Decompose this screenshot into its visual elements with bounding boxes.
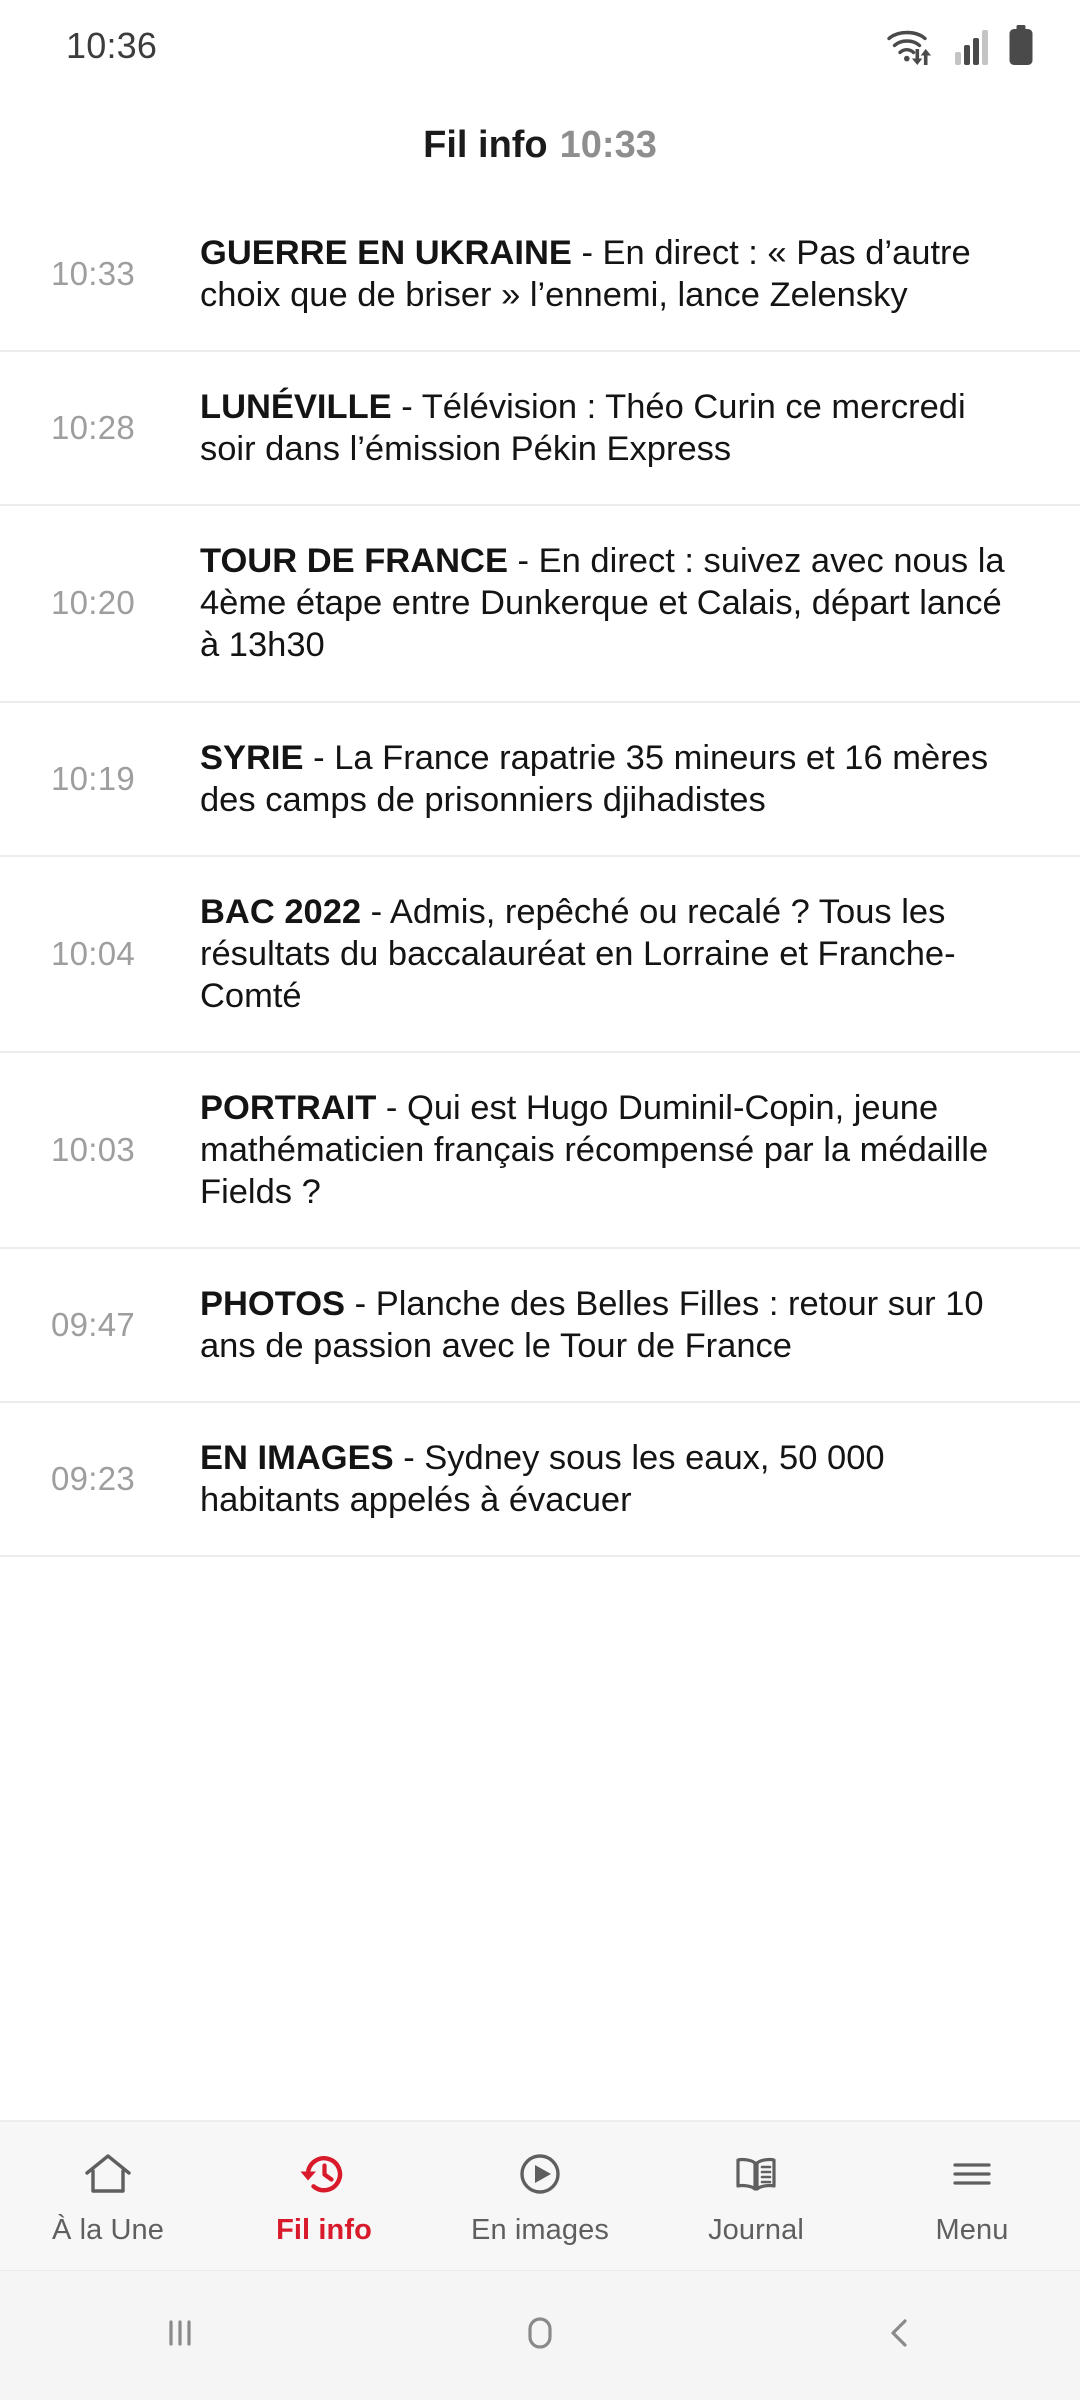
history-clock-icon bbox=[296, 2146, 352, 2202]
news-item-kicker: PORTRAIT bbox=[200, 1088, 377, 1127]
back-chevron-icon bbox=[878, 2311, 922, 2360]
news-item-kicker: LUNÉVILLE bbox=[200, 388, 392, 427]
signal-bars-icon bbox=[954, 26, 992, 66]
news-item-time: 10:19 bbox=[50, 759, 136, 797]
tab-label: Menu bbox=[935, 2213, 1009, 2246]
status-bar-clock: 10:36 bbox=[66, 25, 158, 66]
back-button[interactable] bbox=[720, 2311, 1080, 2360]
news-item-kicker: PHOTOS bbox=[200, 1285, 346, 1324]
news-item-headline[interactable]: LUNÉVILLE - Télévision : Théo Curin ce m… bbox=[200, 352, 1054, 504]
news-item-kicker: TOUR DE FRANCE bbox=[200, 542, 508, 581]
tab-label: Fil info bbox=[276, 2213, 372, 2246]
news-item-kicker: SYRIE bbox=[200, 738, 304, 777]
news-item-kicker: GUERRE EN UKRAINE bbox=[200, 234, 572, 272]
news-item-headline[interactable]: TOUR DE FRANCE - En direct : suivez avec… bbox=[200, 506, 1054, 700]
recents-icon bbox=[158, 2311, 202, 2360]
home-circle-icon bbox=[517, 2310, 563, 2361]
tab-fil-info[interactable]: Fil info bbox=[216, 2122, 432, 2270]
news-item-headline-text: - La France rapatrie 35 mineurs et 16 mè… bbox=[200, 738, 989, 819]
news-item-headline[interactable]: SYRIE - La France rapatrie 35 mineurs et… bbox=[200, 703, 1054, 855]
news-item-headline[interactable]: GUERRE EN UKRAINE - En direct : « Pas d’… bbox=[200, 198, 1054, 350]
news-feed-item[interactable]: 10:28 LUNÉVILLE - Télévision : Théo Curin… bbox=[0, 352, 1080, 507]
news-item-headline[interactable]: BAC 2022 - Admis, repêché ou recalé ? To… bbox=[200, 857, 1054, 1051]
hamburger-menu-icon bbox=[944, 2146, 1000, 2202]
battery-full-icon bbox=[1008, 25, 1034, 67]
app-header: Fil info 10:33 bbox=[0, 92, 1080, 198]
tab-menu[interactable]: Menu bbox=[864, 2122, 1080, 2270]
news-feed-item[interactable]: 10:03 PORTRAIT - Qui est Hugo Duminil-Cop… bbox=[0, 1053, 1080, 1250]
page-title-time: 10:33 bbox=[559, 123, 657, 166]
home-button[interactable] bbox=[360, 2310, 720, 2361]
tab-la-une[interactable]: À la Une bbox=[0, 2122, 216, 2270]
news-item-time: 09:23 bbox=[50, 1460, 136, 1498]
news-item-kicker: BAC 2022 bbox=[200, 892, 362, 931]
play-circle-icon bbox=[512, 2146, 568, 2202]
news-feed-item[interactable]: 10:20 TOUR DE FRANCE - En direct : suivez… bbox=[0, 506, 1080, 703]
page-title: Fil info bbox=[423, 123, 548, 166]
news-item-headline[interactable]: PHOTOS - Planche des Belles Filles : ret… bbox=[200, 1249, 1054, 1401]
news-item-headline[interactable]: PORTRAIT - Qui est Hugo Duminil-Copin, j… bbox=[200, 1053, 1054, 1247]
recents-button[interactable] bbox=[0, 2311, 360, 2360]
tab-label: Journal bbox=[708, 2213, 804, 2246]
news-feed-item[interactable]: 10:19 SYRIE - La France rapatrie 35 mineu… bbox=[0, 703, 1080, 857]
news-item-time: 09:47 bbox=[50, 1306, 136, 1344]
news-item-time: 10:04 bbox=[50, 934, 136, 972]
news-item-time: 10:03 bbox=[50, 1131, 136, 1169]
news-feed-list[interactable]: 10:33 GUERRE EN UKRAINE - En direct : « P… bbox=[0, 198, 1080, 2120]
status-bar-icons bbox=[886, 25, 1034, 67]
tab-label: En images bbox=[471, 2213, 609, 2246]
open-book-icon bbox=[728, 2146, 784, 2202]
tab-journal[interactable]: Journal bbox=[648, 2122, 864, 2270]
phone-screen: 10:36 Fil info 10:33 10:33 GUERRE EN UKR… bbox=[0, 0, 1080, 2400]
wifi-transfer-icon bbox=[886, 25, 938, 67]
tab-en-images[interactable]: En images bbox=[432, 2122, 648, 2270]
news-item-time: 10:20 bbox=[50, 584, 136, 622]
news-feed-item[interactable]: 09:47 PHOTOS - Planche des Belles Filles … bbox=[0, 1249, 1080, 1404]
status-bar: 10:36 bbox=[0, 0, 1080, 92]
news-item-kicker: EN IMAGES bbox=[200, 1439, 394, 1478]
system-navigation-bar bbox=[0, 2270, 1080, 2400]
news-feed-item[interactable]: 09:23 EN IMAGES - Sydney sous les eaux, 5… bbox=[0, 1403, 1080, 1558]
news-item-time: 10:33 bbox=[50, 255, 136, 293]
bottom-tab-bar: À la Une Fil info En images Journal Menu bbox=[0, 2120, 1080, 2270]
home-icon bbox=[80, 2146, 136, 2202]
news-item-time: 10:28 bbox=[50, 409, 136, 447]
news-feed-item[interactable]: 10:04 BAC 2022 - Admis, repêché ou recalé… bbox=[0, 857, 1080, 1053]
news-item-headline[interactable]: EN IMAGES - Sydney sous les eaux, 50 000… bbox=[200, 1403, 1054, 1555]
news-feed-item[interactable]: 10:33 GUERRE EN UKRAINE - En direct : « P… bbox=[0, 198, 1080, 353]
tab-label: À la Une bbox=[51, 2213, 165, 2246]
